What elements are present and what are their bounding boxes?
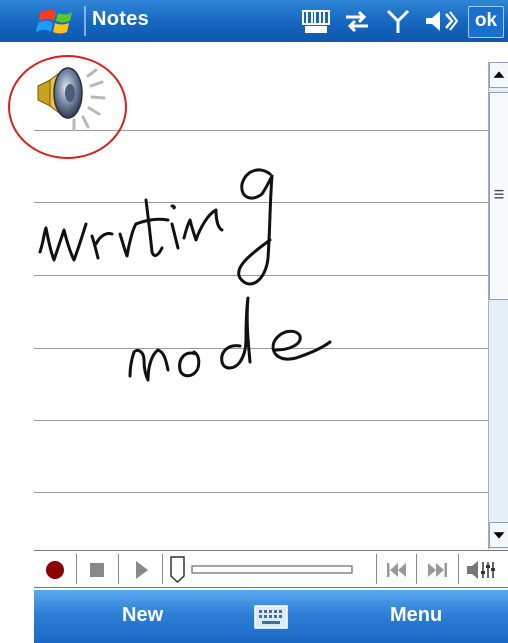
connectivity-icon[interactable] bbox=[342, 8, 372, 34]
title-separator bbox=[84, 6, 86, 36]
toolbar-separator bbox=[76, 554, 77, 584]
input-panel-icon[interactable] bbox=[300, 8, 332, 34]
grip-icon bbox=[494, 189, 504, 199]
chevron-up-icon bbox=[493, 71, 505, 78]
volume-control-icon[interactable] bbox=[464, 554, 500, 584]
scroll-thumb[interactable] bbox=[489, 92, 508, 300]
title-bar: Notes ok bbox=[0, 0, 508, 42]
ruled-line bbox=[34, 492, 488, 493]
new-softkey[interactable]: New bbox=[122, 604, 163, 627]
toolbar-separator bbox=[118, 554, 119, 584]
ruled-line bbox=[34, 420, 488, 421]
play-button[interactable] bbox=[126, 554, 156, 584]
rewind-button[interactable] bbox=[382, 554, 412, 584]
menu-softkey[interactable]: Menu bbox=[390, 604, 442, 627]
toolbar-separator bbox=[458, 554, 459, 584]
scroll-down-button[interactable] bbox=[489, 522, 508, 548]
windows-flag-icon[interactable] bbox=[36, 7, 82, 37]
signal-icon[interactable] bbox=[386, 8, 410, 34]
toolbar-separator bbox=[376, 554, 377, 584]
handwriting-ink bbox=[38, 168, 332, 382]
command-bar: New Menu bbox=[34, 590, 508, 643]
stop-button[interactable] bbox=[82, 554, 112, 584]
playback-slider[interactable] bbox=[168, 554, 364, 584]
app-title: Notes bbox=[92, 8, 150, 30]
ok-button[interactable]: ok bbox=[468, 6, 504, 38]
fast-forward-button[interactable] bbox=[422, 554, 452, 584]
scroll-up-button[interactable] bbox=[489, 62, 508, 88]
record-button[interactable] bbox=[40, 554, 70, 584]
toolbar-separator bbox=[416, 554, 417, 584]
volume-icon[interactable] bbox=[424, 8, 458, 34]
vertical-scrollbar[interactable] bbox=[488, 62, 508, 549]
keyboard-icon[interactable] bbox=[254, 605, 288, 629]
chevron-down-icon bbox=[493, 532, 505, 539]
recording-toolbar bbox=[34, 550, 508, 588]
toolbar-separator bbox=[162, 554, 163, 584]
